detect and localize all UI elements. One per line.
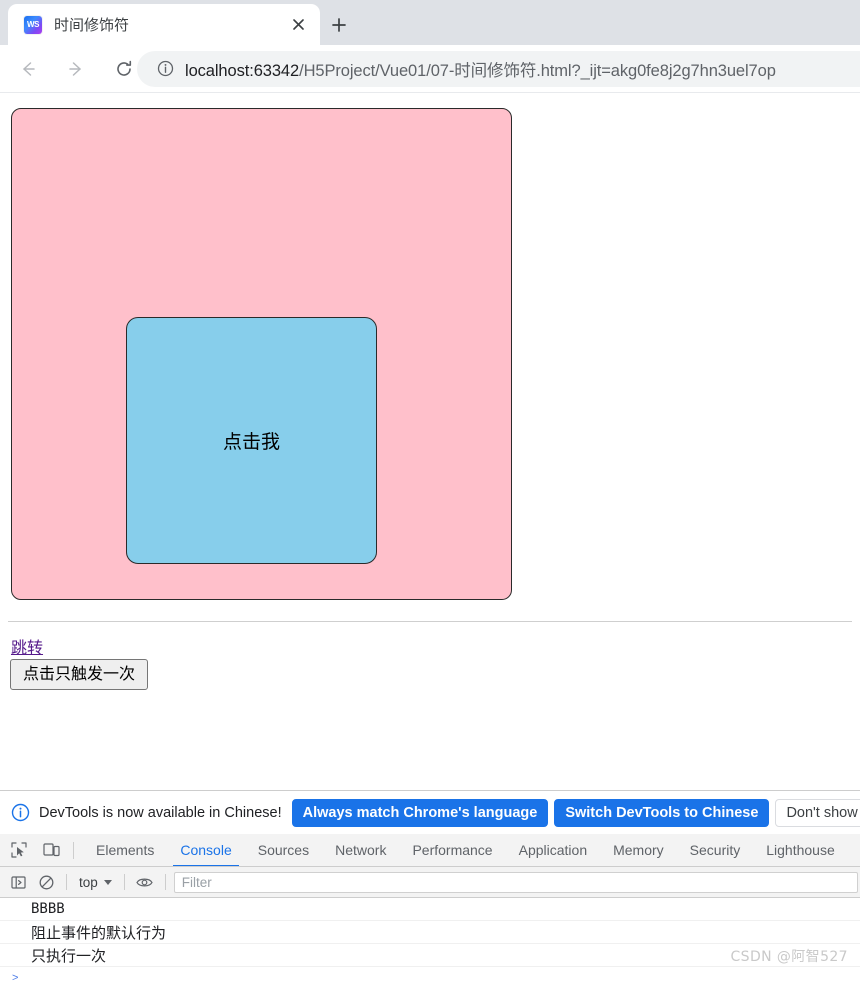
page-viewport: 点击我 跳转 点击只触发一次 bbox=[0, 93, 860, 790]
toolbar-divider bbox=[66, 874, 67, 890]
browser-tab[interactable]: 时间修饰符 bbox=[8, 4, 320, 45]
webstorm-icon bbox=[24, 15, 42, 34]
devtools-tab-console[interactable]: Console bbox=[167, 834, 244, 866]
inspect-element-icon[interactable] bbox=[6, 837, 32, 863]
console-filter-input[interactable]: Filter bbox=[173, 871, 858, 893]
console-message-row[interactable]: BBBB bbox=[0, 898, 860, 921]
devtools-tab-sources[interactable]: Sources bbox=[245, 834, 322, 866]
info-circle-icon[interactable] bbox=[155, 59, 175, 79]
reload-icon[interactable] bbox=[108, 53, 140, 85]
clear-console-icon[interactable] bbox=[34, 870, 58, 894]
console-context-value: top bbox=[79, 874, 98, 890]
devtools-tab-elements[interactable]: Elements bbox=[83, 834, 167, 866]
toolbar-divider bbox=[164, 874, 166, 890]
devtools-language-notice: DevTools is now available in Chinese! Al… bbox=[0, 790, 860, 834]
devtools-tab-memory[interactable]: Memory bbox=[600, 834, 677, 866]
outer-pink-box[interactable]: 点击我 bbox=[11, 108, 512, 600]
inner-blue-box[interactable]: 点击我 bbox=[126, 317, 377, 564]
console-message-row[interactable]: 只执行一次 bbox=[0, 944, 860, 967]
dont-show-again-button[interactable]: Don't show again bbox=[775, 798, 860, 827]
jump-link[interactable]: 跳转 bbox=[11, 634, 43, 658]
device-toolbar-icon[interactable] bbox=[38, 837, 64, 863]
back-arrow-icon[interactable] bbox=[12, 53, 44, 85]
toolbar-divider bbox=[123, 874, 125, 890]
devtools-tab-performance[interactable]: Performance bbox=[399, 834, 505, 866]
address-bar-url: localhost:63342/H5Project/Vue01/07-时间修饰符… bbox=[185, 57, 776, 81]
switch-to-chinese-button[interactable]: Switch DevTools to Chinese bbox=[554, 798, 770, 827]
prompt-arrow-icon: > bbox=[12, 971, 19, 984]
devtools-tab-application[interactable]: Application bbox=[506, 834, 601, 866]
toolbar-divider bbox=[73, 841, 74, 859]
browser-window: 时间修饰符 bbox=[0, 0, 860, 984]
close-icon[interactable] bbox=[284, 11, 312, 39]
url-path: /H5Project/Vue01/07-时间修饰符.html?_ijt=akg0… bbox=[299, 61, 776, 80]
page-divider bbox=[8, 621, 852, 622]
once-trigger-button[interactable]: 点击只触发一次 bbox=[10, 659, 149, 690]
devtools-tab-security[interactable]: Security bbox=[677, 834, 754, 866]
devtools-tab-network[interactable]: Network bbox=[322, 834, 399, 866]
console-message-row[interactable]: 阻止事件的默认行为 bbox=[0, 921, 860, 944]
forward-arrow-icon[interactable] bbox=[60, 53, 92, 85]
devtools-tab-lighthouse[interactable]: Lighthouse bbox=[753, 834, 848, 866]
new-tab-button[interactable] bbox=[322, 8, 356, 42]
chevron-down-icon bbox=[103, 879, 112, 885]
info-circle-icon bbox=[10, 803, 30, 823]
address-bar[interactable]: localhost:63342/H5Project/Vue01/07-时间修饰符… bbox=[137, 50, 860, 87]
devtools-tab-bar: Elements Console Sources Network Perform… bbox=[0, 834, 860, 867]
inner-box-label: 点击我 bbox=[222, 431, 280, 453]
console-context-selector[interactable]: top bbox=[75, 875, 116, 890]
url-host: localhost:63342 bbox=[185, 61, 300, 80]
console-prompt[interactable]: > bbox=[0, 967, 860, 984]
always-match-language-button[interactable]: Always match Chrome's language bbox=[291, 798, 549, 827]
browser-toolbar: localhost:63342/H5Project/Vue01/07-时间修饰符… bbox=[0, 45, 860, 93]
devtools-notice-text: DevTools is now available in Chinese! bbox=[39, 804, 282, 821]
tab-strip: 时间修饰符 bbox=[0, 0, 860, 45]
live-expression-icon[interactable] bbox=[133, 870, 157, 894]
console-output: BBBB 阻止事件的默认行为 只执行一次 > bbox=[0, 898, 860, 984]
tab-title: 时间修饰符 bbox=[54, 17, 130, 34]
console-sidebar-icon[interactable] bbox=[6, 870, 30, 894]
console-toolbar: top Filter bbox=[0, 867, 860, 898]
